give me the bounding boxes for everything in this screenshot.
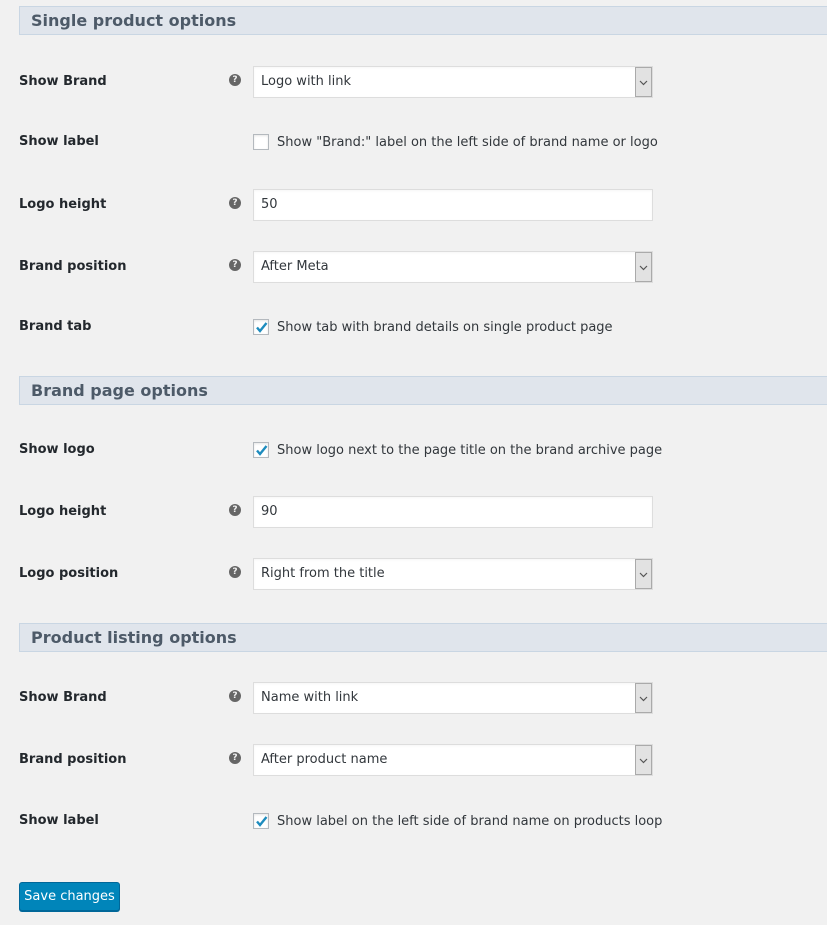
row-show-brand-listing: Show Brand ? Name with link <box>0 681 827 715</box>
show-logo-checkbox[interactable] <box>253 442 269 458</box>
question-circle-icon[interactable]: ? <box>229 690 241 702</box>
section-header-single-product: Single product options <box>19 6 827 35</box>
section-title: Brand page options <box>31 381 208 400</box>
logo-height-input[interactable]: 90 <box>253 496 653 528</box>
field-label: Show logo <box>19 442 95 457</box>
logo-height-input[interactable]: 50 <box>253 189 653 221</box>
field-label: Show label <box>19 813 99 828</box>
checkmark-icon <box>256 322 268 333</box>
brand-position-listing-select[interactable]: After product name <box>253 744 653 776</box>
select-value: Logo with link <box>261 74 352 89</box>
chevron-down-icon <box>639 696 648 702</box>
select-value: After product name <box>261 752 388 767</box>
dropdown-button[interactable] <box>635 745 652 775</box>
field-label: Logo height <box>19 504 107 519</box>
section-title: Product listing options <box>31 628 237 647</box>
brand-tab-checkbox-field[interactable]: Show tab with brand details on single pr… <box>253 310 613 344</box>
show-label-checkbox[interactable] <box>253 134 269 150</box>
checkbox-label: Show label on the left side of brand nam… <box>277 813 663 829</box>
show-label-checkbox-field[interactable]: Show "Brand:" label on the left side of … <box>253 125 658 159</box>
save-changes-button[interactable]: Save changes <box>19 882 120 911</box>
dropdown-button[interactable] <box>635 683 652 713</box>
show-brand-select[interactable]: Logo with link <box>253 66 653 98</box>
chevron-down-icon <box>639 572 648 578</box>
show-logo-checkbox-field[interactable]: Show logo next to the page title on the … <box>253 433 662 467</box>
row-show-logo: Show logo Show logo next to the page tit… <box>0 433 827 467</box>
checkmark-icon <box>256 445 268 456</box>
row-brand-position-listing: Brand position ? After product name <box>0 743 827 777</box>
field-label: Brand tab <box>19 319 92 334</box>
question-circle-icon[interactable]: ? <box>229 566 241 578</box>
section-title: Single product options <box>31 11 237 30</box>
field-label: Brand position <box>19 752 127 767</box>
question-circle-icon[interactable]: ? <box>229 752 241 764</box>
show-label-listing-checkbox-field[interactable]: Show label on the left side of brand nam… <box>253 804 662 838</box>
row-logo-height-brand: Logo height ? 90 <box>0 495 827 529</box>
row-show-brand-single: Show Brand ? Logo with link <box>0 65 827 99</box>
checkbox-label: Show logo next to the page title on the … <box>277 442 663 458</box>
show-label-listing-checkbox[interactable] <box>253 813 269 829</box>
chevron-down-icon <box>639 758 648 764</box>
row-brand-position-single: Brand position ? After Meta <box>0 250 827 284</box>
field-label: Show label <box>19 134 99 149</box>
logo-position-select[interactable]: Right from the title <box>253 558 653 590</box>
chevron-down-icon <box>639 80 648 86</box>
dropdown-button[interactable] <box>635 252 652 282</box>
brand-position-select[interactable]: After Meta <box>253 251 653 283</box>
field-label: Logo height <box>19 197 107 212</box>
row-logo-position: Logo position ? Right from the title <box>0 557 827 591</box>
checkmark-icon <box>256 816 268 827</box>
question-circle-icon[interactable]: ? <box>229 74 241 86</box>
select-value: Right from the title <box>261 566 385 581</box>
row-logo-height-single: Logo height ? 50 <box>0 188 827 222</box>
checkbox-label: Show tab with brand details on single pr… <box>277 319 613 335</box>
question-circle-icon[interactable]: ? <box>229 197 241 209</box>
dropdown-button[interactable] <box>635 559 652 589</box>
field-label: Logo position <box>19 566 119 581</box>
field-label: Show Brand <box>19 690 107 705</box>
dropdown-button[interactable] <box>635 67 652 97</box>
settings-page: Single product options Show Brand ? Logo… <box>0 0 827 925</box>
question-circle-icon[interactable]: ? <box>229 259 241 271</box>
field-label: Brand position <box>19 259 127 274</box>
row-show-label-single: Show label Show "Brand:" label on the le… <box>0 125 827 159</box>
brand-tab-checkbox[interactable] <box>253 319 269 335</box>
checkbox-label: Show "Brand:" label on the left side of … <box>277 134 658 150</box>
select-value: Name with link <box>261 690 359 705</box>
show-brand-listing-select[interactable]: Name with link <box>253 682 653 714</box>
select-value: After Meta <box>261 259 329 274</box>
section-header-brand-page: Brand page options <box>19 376 827 405</box>
section-header-product-listing: Product listing options <box>19 623 827 652</box>
question-circle-icon[interactable]: ? <box>229 504 241 516</box>
row-show-label-listing: Show label Show label on the left side o… <box>0 804 827 838</box>
field-label: Show Brand <box>19 74 107 89</box>
row-brand-tab: Brand tab Show tab with brand details on… <box>0 310 827 344</box>
chevron-down-icon <box>639 265 648 271</box>
